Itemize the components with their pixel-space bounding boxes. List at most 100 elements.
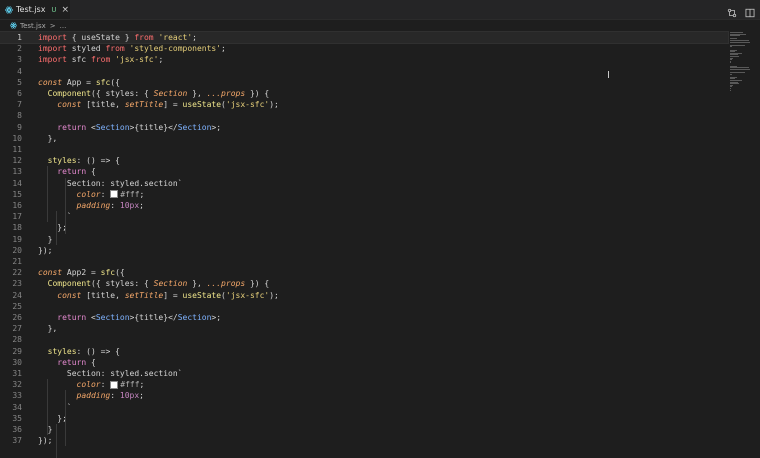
indent-guide [56, 424, 57, 458]
code-token: return [57, 357, 87, 367]
code-line[interactable]: 33 padding: 10px; [0, 390, 728, 401]
code-token: Section [153, 89, 188, 98]
code-line[interactable]: 24 const [title, setTitle] = useState('j… [0, 290, 728, 301]
code-line[interactable]: 18 }; [0, 222, 728, 233]
code-line[interactable]: 20}); [0, 245, 728, 256]
minimap-line [730, 68, 750, 70]
code-line[interactable]: 13 return { [0, 166, 728, 177]
code-text: } [38, 234, 53, 245]
code-token: styled [66, 44, 106, 54]
chevron-right-icon: > [49, 21, 56, 30]
compare-changes-icon[interactable] [727, 3, 737, 18]
code-token: : [110, 201, 120, 210]
code-token: const [38, 268, 63, 278]
breadcrumb-file[interactable]: Test.jsx [20, 22, 46, 30]
code-line[interactable]: 1 import { useState } from 'react'; [0, 30, 729, 45]
line-number: 2 [17, 44, 22, 54]
code-token: >; [211, 313, 222, 322]
line-number: 16 [12, 201, 22, 210]
code-text: color: #fff; [38, 379, 145, 390]
code-line[interactable]: 28 [0, 334, 728, 345]
code-line[interactable]: 22 const App2 = sfc({ [0, 267, 728, 278]
code-token: Section: styled.section` [38, 369, 183, 378]
close-icon[interactable]: × [62, 5, 70, 15]
code-line[interactable]: 12 styles: () => { [0, 155, 728, 166]
code-line[interactable]: 29 styles: () => { [0, 346, 728, 357]
code-token: ); [269, 100, 279, 110]
code-line[interactable]: 23 Component({ styles: { Section }, ...p… [0, 278, 728, 289]
code-text: const App2 = sfc({ [38, 267, 125, 278]
code-token: return [57, 167, 87, 177]
code-line[interactable]: 31 Section: styled.section` [0, 368, 728, 379]
minimap[interactable] [730, 32, 755, 92]
code-text: padding: 10px; [38, 200, 144, 211]
code-token: ({ [110, 77, 120, 87]
code-text: return <Section>{title}</Section>; [38, 312, 221, 323]
code-line[interactable]: 9 return <Section>{title}</Section>; [0, 122, 728, 133]
code-token: < [86, 122, 96, 132]
code-text: import { useState } from 'react'; [38, 32, 197, 43]
code-token: const [57, 100, 82, 110]
line-number: 1 [17, 33, 22, 42]
code-token: ` [38, 212, 72, 222]
line-number: 3 [17, 55, 22, 65]
code-line[interactable]: 27 }, [0, 323, 728, 334]
code-token: }) { [245, 89, 270, 98]
code-line[interactable]: 30 return { [0, 357, 728, 368]
code-token: ...props [206, 279, 246, 289]
split-editor-icon[interactable] [745, 3, 755, 18]
breadcrumb-symbols[interactable]: ... [60, 22, 67, 30]
code-text: }; [38, 222, 67, 233]
code-token: }); [38, 245, 53, 255]
code-line[interactable]: 15 color: #fff; [0, 189, 728, 200]
code-token: ; [139, 391, 144, 401]
line-number: 27 [12, 324, 22, 334]
line-number: 18 [12, 223, 22, 233]
code-token: 'react' [158, 33, 193, 42]
code-text: styles: () => { [38, 155, 120, 166]
code-token: color [76, 380, 101, 390]
code-line[interactable]: 26 return <Section>{title}</Section>; [0, 312, 728, 323]
code-line[interactable]: 2 import styled from 'styled-components'; [0, 43, 728, 54]
code-line[interactable]: 37}); [0, 435, 728, 446]
code-token: : [100, 189, 111, 199]
color-swatch [110, 380, 119, 389]
code-line[interactable]: 25 [0, 301, 728, 312]
line-number: 37 [12, 436, 22, 446]
code-line[interactable]: 8 [0, 110, 728, 121]
code-text: return <Section>{title}</Section>; [38, 122, 221, 133]
code-text: styles: () => { [38, 346, 120, 357]
code-line[interactable]: 3 import sfc from 'jsx-sfc'; [0, 54, 728, 65]
tab-test-jsx[interactable]: Test.jsx U × [0, 0, 70, 19]
code-line[interactable]: 36 } [0, 424, 728, 435]
code-line[interactable]: 17 ` [0, 211, 728, 222]
code-line[interactable]: 21 [0, 256, 728, 267]
code-line[interactable]: 19 } [0, 234, 728, 245]
code-token: ; [139, 189, 145, 199]
code-line[interactable]: 4 [0, 66, 728, 77]
code-token: Section [177, 313, 212, 322]
code-line[interactable]: 6 Component({ styles: { Section }, ...pr… [0, 88, 728, 99]
vertical-scrollbar[interactable] [756, 32, 760, 449]
code-token: padding [76, 201, 111, 210]
code-line[interactable]: 34 ` [0, 402, 728, 413]
code-token: 10px [119, 391, 140, 401]
line-number: 21 [12, 257, 22, 266]
code-line[interactable]: 7 const [title, setTitle] = useState('js… [0, 99, 728, 110]
code-line[interactable]: 11 [0, 144, 728, 155]
code-text: const App = sfc({ [38, 77, 120, 88]
code-token: }; [38, 413, 67, 423]
code-line[interactable]: 14 Section: styled.section` [0, 178, 728, 189]
code-line[interactable]: 32 color: #fff; [0, 379, 728, 390]
code-line[interactable]: 35 }; [0, 413, 728, 424]
code-line[interactable]: 10 }, [0, 133, 728, 144]
line-number: 13 [12, 167, 22, 177]
line-number: 34 [12, 402, 22, 412]
code-line[interactable]: 5 const App = sfc({ [0, 77, 728, 88]
code-editor[interactable]: 1 import { useState } from 'react'; 2 impor… [0, 30, 729, 458]
code-line[interactable]: 16 padding: 10px; [0, 200, 728, 211]
line-number: 30 [12, 357, 22, 367]
